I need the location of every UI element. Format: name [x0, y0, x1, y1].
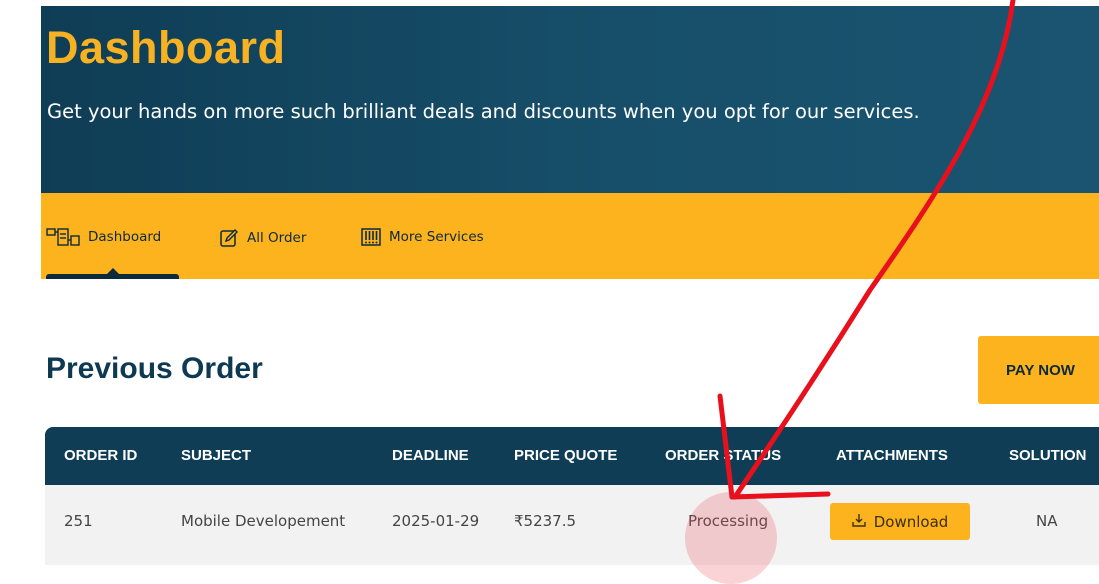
column-header-price-quote: PRICE QUOTE — [514, 447, 618, 464]
cell-deadline: 2025-01-29 — [392, 512, 480, 530]
tab-all-order[interactable]: All Order — [219, 228, 306, 248]
cell-order-id: 251 — [64, 512, 93, 530]
download-button[interactable]: Download — [830, 503, 970, 540]
column-header-order-id: ORDER ID — [64, 447, 138, 464]
table-header: ORDER ID SUBJECT DEADLINE PRICE QUOTE OR… — [45, 427, 1099, 485]
cell-subject: Mobile Developement — [181, 512, 346, 530]
dashboard-icon — [46, 228, 80, 246]
hero-banner: Dashboard Get your hands on more such br… — [41, 6, 1099, 193]
tab-dashboard[interactable]: Dashboard — [46, 228, 161, 246]
download-label: Download — [873, 512, 949, 531]
services-icon — [361, 228, 381, 246]
tab-more-services-label: More Services — [389, 229, 484, 245]
table-row: 251 Mobile Developement 2025-01-29 ₹5237… — [45, 485, 1099, 565]
orders-table: ORDER ID SUBJECT DEADLINE PRICE QUOTE OR… — [45, 427, 1099, 565]
page-subtitle: Get your hands on more such brilliant de… — [47, 100, 920, 123]
tab-bar: Dashboard All Order More Services — [41, 193, 1099, 279]
column-header-attachments: ATTACHMENTS — [836, 447, 948, 464]
column-header-deadline: DEADLINE — [392, 447, 469, 464]
download-icon — [852, 513, 866, 531]
tab-more-services[interactable]: More Services — [361, 228, 484, 246]
column-header-order-status: ORDER STATUS — [665, 447, 782, 464]
pay-now-button[interactable]: PAY NOW — [978, 336, 1099, 404]
active-tab-indicator — [46, 268, 179, 279]
column-header-subject: SUBJECT — [181, 447, 252, 464]
column-header-solution: SOLUTION — [1009, 447, 1087, 464]
page-title: Dashboard — [46, 22, 286, 73]
tab-dashboard-label: Dashboard — [88, 229, 162, 245]
cell-price-quote: ₹5237.5 — [514, 512, 577, 530]
edit-icon — [219, 228, 239, 248]
section-title: Previous Order — [46, 352, 263, 385]
cell-solution: NA — [1036, 512, 1058, 530]
click-highlight-marker — [685, 492, 777, 584]
tab-all-order-label: All Order — [247, 230, 307, 246]
